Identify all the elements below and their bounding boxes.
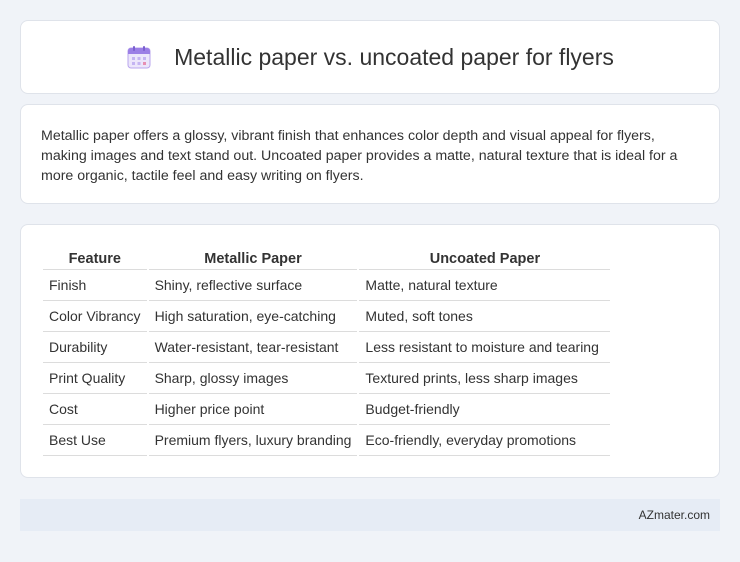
footer-site-link[interactable]: AZmater.com — [639, 508, 710, 522]
comparison-table-card: Feature Metallic Paper Uncoated Paper Fi… — [20, 224, 720, 478]
table-cell: Water-resistant, tear-resistant — [148, 332, 358, 363]
table-row: Print Quality Sharp, glossy images Textu… — [43, 363, 611, 394]
table-cell: Durability — [43, 332, 147, 363]
summary-text: Metallic paper offers a glossy, vibrant … — [41, 128, 678, 184]
page-title: Metallic paper vs. uncoated paper for fl… — [174, 43, 614, 70]
table-row: Best Use Premium flyers, luxury branding… — [43, 425, 611, 456]
table-row: Finish Shiny, reflective surface Matte, … — [43, 270, 611, 301]
column-header-feature: Feature — [43, 245, 147, 270]
table-cell: Cost — [43, 394, 147, 425]
table-cell: Less resistant to moisture and tearing — [359, 332, 611, 363]
table-cell: Finish — [43, 270, 147, 301]
table-cell: Eco-friendly, everyday promotions — [359, 425, 611, 456]
calendar-icon — [126, 44, 152, 70]
table-cell: Print Quality — [43, 363, 147, 394]
table-cell: Textured prints, less sharp images — [359, 363, 611, 394]
table-cell: Muted, soft tones — [359, 301, 611, 332]
comparison-table: Feature Metallic Paper Uncoated Paper Fi… — [41, 245, 612, 456]
summary-card: Metallic paper offers a glossy, vibrant … — [20, 104, 720, 204]
table-cell: Higher price point — [148, 394, 358, 425]
table-cell: Premium flyers, luxury branding — [148, 425, 358, 456]
title-card: Metallic paper vs. uncoated paper for fl… — [20, 20, 720, 94]
column-header-metallic: Metallic Paper — [148, 245, 358, 270]
table-row: Color Vibrancy High saturation, eye-catc… — [43, 301, 611, 332]
table-cell: Color Vibrancy — [43, 301, 147, 332]
table-row: Durability Water-resistant, tear-resista… — [43, 332, 611, 363]
table-cell: Shiny, reflective surface — [148, 270, 358, 301]
table-cell: Sharp, glossy images — [148, 363, 358, 394]
table-cell: High saturation, eye-catching — [148, 301, 358, 332]
table-cell: Matte, natural texture — [359, 270, 611, 301]
column-header-uncoated: Uncoated Paper — [359, 245, 611, 270]
footer: AZmater.com — [20, 499, 720, 531]
table-cell: Best Use — [43, 425, 147, 456]
table-header-row: Feature Metallic Paper Uncoated Paper — [43, 245, 611, 270]
table-row: Cost Higher price point Budget-friendly — [43, 394, 611, 425]
table-cell: Budget-friendly — [359, 394, 611, 425]
